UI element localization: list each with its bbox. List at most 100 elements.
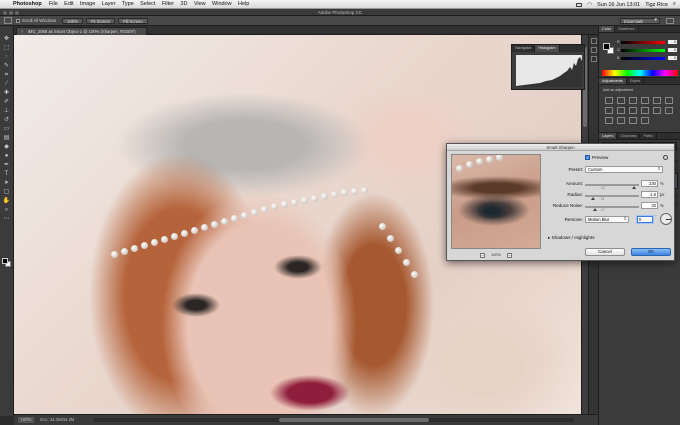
black-white-icon[interactable] [617, 107, 625, 114]
menu-image[interactable]: Image [80, 1, 95, 7]
app-menu-photoshop[interactable]: Photoshop [13, 1, 42, 7]
channel-b-value[interactable]: 0 [668, 56, 677, 60]
menu-edit[interactable]: Edit [64, 1, 73, 7]
tab-paths[interactable]: Paths [640, 133, 658, 139]
amount-input[interactable]: 230 [641, 180, 658, 187]
foreground-color-swatch[interactable] [2, 258, 8, 264]
healing-brush-tool-icon[interactable]: ✚ [3, 89, 11, 97]
lasso-tool-icon[interactable]: ◌ [3, 53, 11, 61]
gradient-tool-icon[interactable]: ▤ [3, 134, 11, 142]
tab-navigator[interactable]: Navigator [512, 45, 536, 52]
curves-icon[interactable] [629, 97, 637, 104]
tab-swatches[interactable]: Swatches [615, 26, 639, 32]
zoom-out-button[interactable]: − [480, 252, 486, 258]
channel-mixer-icon[interactable] [641, 107, 649, 114]
move-tool-icon[interactable]: ✥ [3, 35, 11, 43]
dodge-tool-icon[interactable]: ● [3, 152, 11, 160]
invert-icon[interactable] [665, 107, 673, 114]
color-spectrum-bar[interactable] [602, 70, 678, 76]
brightness-contrast-icon[interactable] [605, 97, 613, 104]
menu-view[interactable]: View [194, 1, 206, 7]
cancel-button[interactable]: Cancel [585, 248, 625, 256]
blur-tool-icon[interactable]: ◆ [3, 143, 11, 151]
amount-slider-track[interactable] [585, 184, 639, 186]
radius-slider-knob[interactable] [591, 196, 595, 200]
scrollbar-thumb[interactable] [279, 418, 429, 422]
channel-b-slider[interactable] [621, 57, 665, 60]
zoom-in-button[interactable]: + [506, 252, 512, 258]
menu-select[interactable]: Select [140, 1, 155, 7]
wifi-icon[interactable]: ◠ [587, 2, 592, 8]
info-panel-icon[interactable] [590, 56, 597, 62]
user-name[interactable]: Tigz Rice [645, 2, 668, 8]
zoom-window-button[interactable] [15, 10, 19, 15]
clock[interactable]: Sun 16 Jun 13:01 [597, 2, 640, 8]
path-select-tool-icon[interactable]: ➤ [3, 179, 11, 187]
tab-channels[interactable]: Channels [617, 133, 641, 139]
menu-window[interactable]: Window [212, 1, 232, 7]
preview-checkbox[interactable]: ✓ Preview [585, 155, 608, 160]
tab-layers[interactable]: Layers [599, 133, 618, 139]
exposure-icon[interactable] [641, 97, 649, 104]
shadows-highlights-toggle[interactable]: ▸ Shadows / Highlights [548, 235, 595, 241]
marquee-tool-icon[interactable]: ⬚ [3, 44, 11, 52]
tab-styles[interactable]: Styles [627, 78, 645, 84]
tab-histogram[interactable]: Histogram [535, 45, 560, 52]
workspace-icon[interactable] [666, 17, 674, 24]
foreground-color-chip[interactable] [603, 43, 610, 50]
preset-select[interactable]: Custom [585, 166, 663, 173]
vibrance-icon[interactable] [653, 97, 661, 104]
menu-filter[interactable]: Filter [162, 1, 174, 7]
shape-tool-icon[interactable]: ▢ [3, 188, 11, 196]
history-brush-tool-icon[interactable]: ↺ [3, 116, 11, 124]
levels-icon[interactable] [617, 97, 625, 104]
color-lookup-icon[interactable] [653, 107, 661, 114]
gradient-map-icon[interactable] [629, 117, 637, 124]
properties-panel-icon[interactable] [590, 47, 597, 53]
zoom-100-button[interactable]: 100% [62, 17, 83, 24]
channel-r-slider[interactable] [621, 41, 665, 44]
quick-select-tool-icon[interactable]: ✎ [3, 62, 11, 70]
color-balance-icon[interactable] [605, 107, 613, 114]
edit-toolbar-icon[interactable]: ⋯ [3, 215, 11, 223]
radius-input[interactable]: 1.8 [641, 191, 658, 198]
workspace-select[interactable]: Essentials [620, 17, 660, 24]
amount-slider-knob[interactable] [632, 185, 636, 189]
eyedropper-tool-icon[interactable]: ⁄ [3, 80, 11, 88]
minimize-window-button[interactable] [9, 10, 13, 15]
document-info[interactable]: Doc: 34.3M/34.3M [40, 417, 74, 422]
spotlight-icon[interactable]: ⌕ [673, 1, 676, 8]
hue-saturation-icon[interactable] [665, 97, 673, 104]
filter-preview-image[interactable] [451, 154, 541, 249]
menu-type[interactable]: Type [122, 1, 134, 7]
close-window-button[interactable] [3, 10, 7, 15]
remove-select[interactable]: Motion Blur [585, 216, 629, 223]
history-panel-icon[interactable] [590, 38, 597, 44]
channel-g-value[interactable]: 0 [668, 48, 677, 52]
type-tool-icon[interactable]: T [3, 170, 11, 178]
selective-color-icon[interactable] [641, 117, 649, 124]
menu-3d[interactable]: 3D [180, 1, 187, 7]
settings-gear-icon[interactable] [663, 155, 668, 160]
hand-tool-icon[interactable]: ✋ [3, 197, 11, 205]
fill-screen-button[interactable]: Fill Screen [118, 17, 148, 24]
reduce-noise-input[interactable]: 20 [641, 202, 658, 209]
hand-tool-icon[interactable] [4, 17, 12, 24]
channel-g-slider[interactable] [621, 49, 665, 52]
document-tab[interactable]: × IMG_2068 as Smart Object-1 @ 100% (Sha… [16, 27, 147, 35]
threshold-icon[interactable] [617, 117, 625, 124]
menu-layer[interactable]: Layer [102, 1, 116, 7]
zoom-level-field[interactable]: 100% [18, 417, 34, 423]
noise-slider-knob[interactable] [593, 207, 597, 211]
tab-adjustments[interactable]: Adjustments [599, 78, 627, 84]
angle-dial[interactable] [660, 213, 672, 225]
battery-icon[interactable] [576, 2, 583, 7]
fit-screen-button[interactable]: Fit Screen [85, 17, 116, 24]
channel-r-value[interactable]: 0 [668, 40, 677, 44]
canvas-horizontal-scrollbar[interactable] [94, 418, 574, 422]
eraser-tool-icon[interactable]: ▭ [3, 125, 11, 133]
scroll-all-windows-checkbox[interactable]: Scroll All Windows [16, 18, 56, 23]
angle-input[interactable]: 0 [637, 216, 653, 223]
pen-tool-icon[interactable]: ✒ [3, 161, 11, 169]
zoom-tool-icon[interactable]: ⌕ [3, 206, 11, 214]
